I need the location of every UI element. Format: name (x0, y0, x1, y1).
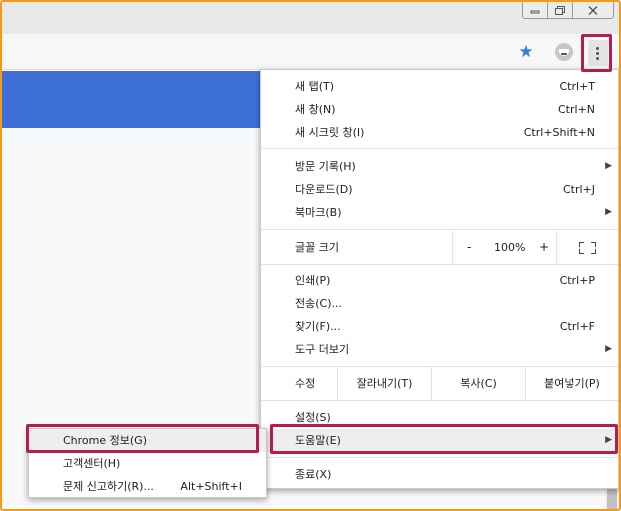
menu-item-downloads[interactable]: 다운로드(D) Ctrl+J (261, 178, 618, 201)
zoom-controls: - 100% + (452, 231, 556, 264)
menu-item-label: 다운로드(D) (295, 183, 353, 196)
edit-label: 수정 (295, 377, 316, 390)
menu-item-print[interactable]: 인쇄(P) Ctrl+P (261, 269, 618, 292)
extension-icon[interactable] (555, 43, 573, 61)
submenu-item-report-issue[interactable]: 문제 신고하기(R)... Alt+Shift+I (29, 475, 266, 498)
fullscreen-icon-corner (591, 249, 596, 254)
zoom-row: 글꼴 크기 - 100% + (261, 231, 618, 264)
zoom-in-button[interactable]: + (539, 231, 549, 264)
menu-item-label: 설정(S) (295, 411, 331, 424)
menu-item-cast[interactable]: 전송(C)... (261, 292, 618, 315)
close-icon (588, 5, 598, 15)
menu-item-history[interactable]: 방문 기록(H) ▶ (261, 155, 618, 178)
menu-item-exit[interactable]: 종료(X) (261, 463, 618, 486)
menu-item-shortcut: Ctrl+F (559, 320, 595, 333)
menu-item-shortcut: Ctrl+J (562, 183, 595, 196)
menu-item-shortcut: Ctrl+N (557, 103, 595, 116)
zoom-level: 100% (494, 241, 526, 254)
menu-item-label: 전송(C)... (295, 297, 342, 310)
menu-item-new-tab[interactable]: 새 탭(T) Ctrl+T (261, 75, 618, 98)
menu-item-find[interactable]: 찾기(F)... Ctrl+F (261, 315, 618, 338)
submenu-item-help-center[interactable]: 고객센터(H) (29, 452, 266, 475)
minimize-icon (530, 10, 540, 14)
submenu-item-shortcut: Alt+Shift+I (180, 480, 242, 493)
edit-row: 수정 잘라내기(T) 복사(C) 붙여넣기(P) (261, 367, 618, 400)
restore-button[interactable] (547, 2, 573, 19)
title-bar (2, 2, 619, 34)
menu-separator (261, 148, 618, 149)
zoom-label: 글꼴 크기 (295, 241, 339, 254)
menu-separator (261, 457, 618, 458)
menu-item-label: 방문 기록(H) (295, 160, 356, 173)
menu-item-shortcut: Ctrl+P (559, 274, 595, 287)
submenu-arrow-icon: ▶ (605, 344, 612, 354)
menu-separator (261, 400, 618, 401)
about-item-highlight (26, 424, 259, 453)
submenu-arrow-icon: ▶ (605, 161, 612, 171)
menu-item-label: 도구 더보기 (295, 343, 350, 356)
menu-item-new-window[interactable]: 새 창(N) Ctrl+N (261, 98, 618, 121)
menu-item-label: 새 탭(T) (295, 80, 335, 93)
browser-window: ★ 새 탭(T) Ctrl+T 새 창(N) Ctrl+N 새 시크릿 창(I)… (0, 0, 621, 511)
menu-item-label: 새 시크릿 창(I) (295, 126, 365, 139)
fullscreen-icon-corner (591, 242, 596, 247)
menu-item-label: 인쇄(P) (295, 274, 331, 287)
menu-item-label: 새 창(N) (295, 103, 336, 116)
restore-icon (555, 5, 565, 15)
help-item-highlight (270, 424, 618, 454)
menu-separator (261, 229, 618, 230)
minimize-button[interactable] (522, 2, 548, 19)
menu-button-highlight (581, 34, 612, 72)
fullscreen-button[interactable] (556, 231, 618, 264)
browser-toolbar: ★ (2, 34, 619, 70)
fullscreen-icon-corner (579, 249, 584, 254)
menu-separator (261, 264, 618, 265)
menu-item-incognito[interactable]: 새 시크릿 창(I) Ctrl+Shift+N (261, 121, 618, 144)
menu-item-label: 종료(X) (295, 468, 332, 481)
menu-item-more-tools[interactable]: 도구 더보기 ▶ (261, 338, 618, 361)
menu-item-label: 찾기(F)... (295, 320, 341, 333)
scrollbar-thumb[interactable] (607, 489, 617, 509)
copy-button[interactable]: 복사(C) (431, 367, 525, 400)
submenu-arrow-icon: ▶ (605, 207, 612, 217)
menu-item-shortcut: Ctrl+Shift+N (523, 126, 595, 139)
fullscreen-icon (579, 242, 584, 247)
zoom-out-button[interactable]: - (467, 231, 471, 264)
menu-item-shortcut: Ctrl+T (559, 80, 595, 93)
cut-button[interactable]: 잘라내기(T) (337, 367, 431, 400)
submenu-item-label: 문제 신고하기(R)... (63, 480, 154, 493)
submenu-item-label: 고객센터(H) (63, 457, 121, 470)
close-button[interactable] (572, 2, 614, 19)
menu-item-bookmarks[interactable]: 북마크(B) ▶ (261, 201, 618, 224)
paste-button[interactable]: 붙여넣기(P) (525, 367, 618, 400)
star-icon[interactable]: ★ (516, 42, 536, 62)
menu-item-label: 북마크(B) (295, 206, 342, 219)
